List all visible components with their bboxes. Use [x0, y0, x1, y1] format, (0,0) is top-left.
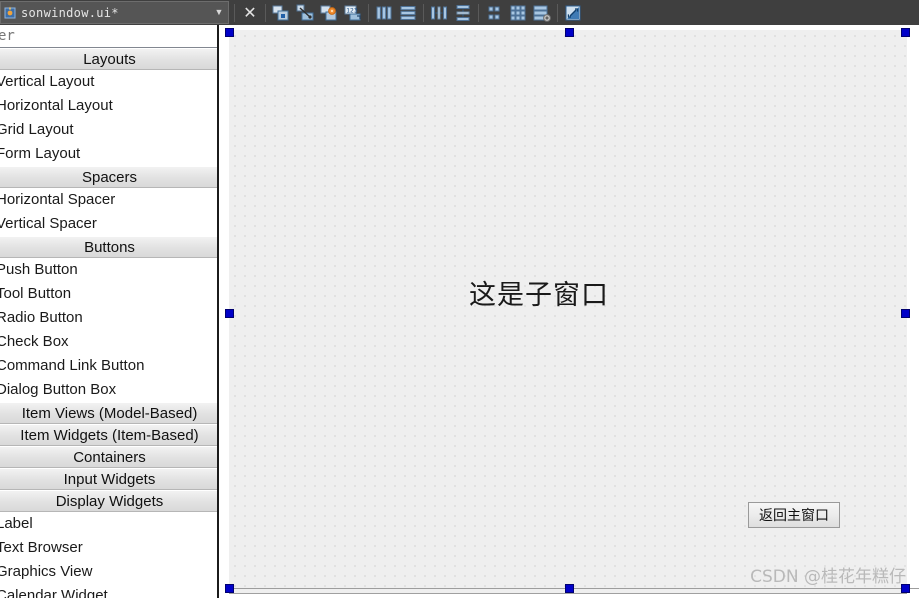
- handle-middle-right[interactable]: [901, 309, 910, 318]
- toolbar-divider-2: [265, 3, 266, 22]
- widget-box-item[interactable]: Push Button: [0, 258, 217, 282]
- form-bottom-edge: [229, 588, 919, 589]
- close-icon: ✕: [243, 2, 257, 22]
- widget-group-header[interactable]: Layouts: [0, 48, 217, 70]
- toolbar-divider-1: [234, 3, 235, 22]
- widget-box-item[interactable]: Grid Layout: [0, 118, 217, 142]
- widget-filter-value: er: [0, 28, 15, 44]
- widget-box-item[interactable]: Tool Button: [0, 282, 217, 306]
- form-widget-surface[interactable]: 这是子窗口 返回主窗口 CSDN @桂花年糕仔: [229, 30, 915, 594]
- handle-top-center[interactable]: [565, 28, 574, 37]
- toolbar-divider-6: [557, 3, 558, 22]
- widget-box-item[interactable]: Check Box: [0, 330, 217, 354]
- widget-box-item[interactable]: Graphics View: [0, 560, 217, 584]
- widget-box-item[interactable]: Label: [0, 512, 217, 536]
- handle-top-left[interactable]: [225, 28, 234, 37]
- document-selector-combo[interactable]: sonwindow.ui* ▼: [0, 1, 229, 24]
- form-label-child-window[interactable]: 这是子窗口: [469, 273, 609, 312]
- layout-grid-button[interactable]: [483, 2, 505, 24]
- handle-bottom-right[interactable]: [901, 584, 910, 593]
- layout-horizontal-icon: [375, 4, 393, 22]
- toolbar-divider-5: [478, 3, 479, 22]
- widget-box-item[interactable]: Vertical Spacer: [0, 212, 217, 236]
- widget-group-header[interactable]: Input Widgets: [0, 468, 217, 490]
- edit-tab-order-button[interactable]: 123: [342, 2, 364, 24]
- signals-slots-icon: [296, 4, 314, 22]
- handle-bottom-left[interactable]: [225, 584, 234, 593]
- widget-box-item[interactable]: Vertical Layout: [0, 70, 217, 94]
- break-layout-icon: [533, 4, 551, 22]
- widget-box-item[interactable]: Horizontal Layout: [0, 94, 217, 118]
- grid-layout-icon: [485, 4, 503, 22]
- handle-middle-left[interactable]: [225, 309, 234, 318]
- toolbar-button-group: ✕ 123: [231, 1, 585, 24]
- form-canvas-area[interactable]: 这是子窗口 返回主窗口 CSDN @桂花年糕仔: [221, 25, 919, 598]
- grid-layout-dense-icon: [509, 4, 527, 22]
- layout-splitter-vertical-button[interactable]: [452, 2, 474, 24]
- layout-vertically-button[interactable]: [397, 2, 419, 24]
- edit-widgets-icon: [272, 4, 290, 22]
- edit-buddies-button[interactable]: [318, 2, 340, 24]
- widget-group-header[interactable]: Spacers: [0, 166, 217, 188]
- widget-box-item[interactable]: Text Browser: [0, 536, 217, 560]
- qt-designer-window: sonwindow.ui* ▼ ✕ 123 r Layouts Vertical…: [0, 0, 919, 598]
- csdn-watermark: CSDN @桂花年糕仔: [750, 567, 906, 587]
- widget-filter-input[interactable]: er: [0, 25, 217, 48]
- break-layout-button[interactable]: [531, 2, 553, 24]
- handle-bottom-center[interactable]: [565, 584, 574, 593]
- widget-box-item[interactable]: Dialog Button Box: [0, 378, 217, 402]
- widget-box-item[interactable]: Radio Button: [0, 306, 217, 330]
- layout-vertical-icon: [399, 4, 417, 22]
- document-name: sonwindow.ui*: [21, 5, 119, 20]
- return-to-main-window-button[interactable]: 返回主窗口: [748, 502, 840, 528]
- splitter-vertical-icon: [454, 4, 472, 22]
- widget-box-panel: er LayoutsVertical LayoutHorizontal Layo…: [0, 25, 219, 598]
- splitter-horizontal-icon: [430, 4, 448, 22]
- chevron-down-icon[interactable]: ▼: [210, 8, 228, 17]
- layout-horizontally-button[interactable]: [373, 2, 395, 24]
- edit-widgets-button[interactable]: [270, 2, 292, 24]
- edit-signals-slots-button[interactable]: [294, 2, 316, 24]
- widget-box-list[interactable]: Layouts Vertical Layout Horizontal Layout G…: [0, 48, 217, 598]
- widget-group-header[interactable]: Item Views (Model-Based): [0, 402, 217, 424]
- tab-order-icon: 123: [344, 4, 362, 22]
- layout-grid-dense-button[interactable]: [507, 2, 529, 24]
- layout-splitter-horizontal-button[interactable]: [428, 2, 450, 24]
- toolbar-divider-3: [368, 3, 369, 22]
- widget-box-item[interactable]: Form Layout: [0, 142, 217, 166]
- widget-box-item[interactable]: Calendar Widget: [0, 584, 217, 598]
- adjust-size-button[interactable]: [562, 2, 584, 24]
- adjust-size-icon: [564, 4, 582, 22]
- widget-box-item[interactable]: Horizontal Spacer: [0, 188, 217, 212]
- widget-group-header[interactable]: Item Widgets (Item-Based): [0, 424, 217, 446]
- buddies-icon: [320, 4, 338, 22]
- widget-group-header[interactable]: Buttons: [0, 236, 217, 258]
- handle-top-right[interactable]: [901, 28, 910, 37]
- toolbar-divider-4: [423, 3, 424, 22]
- widget-group-header[interactable]: Display Widgets: [0, 490, 217, 512]
- widget-box-item[interactable]: Command Link Button: [0, 354, 217, 378]
- close-form-button[interactable]: ✕: [239, 2, 261, 24]
- top-toolbar: sonwindow.ui* ▼ ✕ 123: [0, 0, 919, 25]
- widget-group-header[interactable]: Containers: [0, 446, 217, 468]
- qt-designer-form-icon: [3, 6, 17, 20]
